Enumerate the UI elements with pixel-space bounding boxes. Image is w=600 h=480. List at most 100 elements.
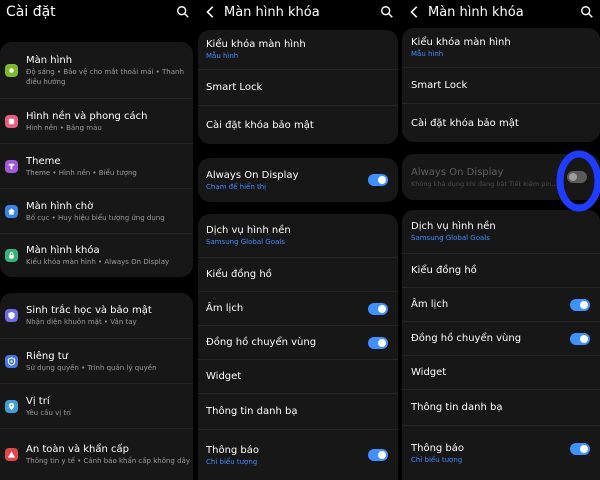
home-icon — [5, 204, 18, 218]
item-title: Màn hình khóa — [26, 245, 100, 256]
item-title: An toàn và khẩn cấp — [26, 444, 130, 455]
lock-group-3: Dịch vụ hình nền Samsung Global Goals Kiể… — [198, 214, 398, 480]
clock-style-item[interactable]: Kiểu đồng hồ — [402, 254, 600, 288]
secure-lock-settings-item[interactable]: Cài đặt khóa bảo mật — [198, 106, 398, 144]
roaming-clock-item[interactable]: Đồng hồ chuyển vùng — [198, 326, 398, 360]
always-on-display-item[interactable]: Always On Display Chạm để hiển thị — [198, 158, 398, 202]
display-icon — [5, 63, 18, 77]
item-subtitle: Nhận diện khuôn mặt • Vân tay — [26, 318, 137, 326]
settings-group-1: Màn hình Độ sáng • Bảo vệ cho mắt thoải m… — [0, 42, 193, 277]
emergency-icon — [5, 448, 18, 461]
settings-item-safety[interactable]: An toàn và khẩn cấp Thông tin y tế • Cảnh… — [0, 429, 193, 480]
contact-info-item[interactable]: Thông tin danh bạ — [198, 394, 398, 430]
settings-header: Cài đặt — [0, 0, 196, 24]
item-title: Dịch vụ hình nền — [411, 221, 496, 232]
screenshot-collage: Cài đặt Màn hình Độ sáng • Bảo vệ cho mắt… — [0, 0, 600, 480]
widgets-item[interactable]: Widget — [402, 356, 600, 390]
lunar-calendar-toggle[interactable] — [368, 303, 388, 315]
notifications-item[interactable]: Thông báo Chỉ biểu tượng — [198, 430, 398, 480]
lock-group-2: Always On Display Chạm để hiển thị — [198, 158, 398, 202]
item-subtitle: Không khả dụng khi đang bật Tiết kiệm pi… — [411, 179, 558, 188]
lock-icon — [5, 249, 18, 262]
settings-item-lock-screen[interactable]: Màn hình khóa Kiểu khóa màn hình • Always… — [0, 234, 193, 277]
notifications-toggle[interactable] — [570, 443, 590, 455]
item-title: Thông tin danh bạ — [411, 402, 503, 413]
always-on-display-toggle[interactable] — [368, 174, 388, 186]
item-title: Màn hình — [26, 54, 73, 66]
item-title: Màn hình chờ — [26, 200, 94, 212]
screen-lock-type-item[interactable]: Kiểu khóa màn hình Mẫu hình — [402, 28, 600, 68]
secure-lock-settings-item[interactable]: Cài đặt khóa bảo mật — [402, 104, 600, 142]
location-icon — [5, 399, 18, 413]
lock-screen-panel-right: Màn hình khóa Kiểu khóa màn hình Mẫu hình… — [402, 0, 600, 480]
theme-icon — [5, 159, 18, 173]
item-title: Cài đặt khóa bảo mật — [206, 119, 314, 131]
always-on-display-toggle[interactable] — [567, 171, 587, 183]
lunar-calendar-item[interactable]: Âm lịch — [402, 288, 600, 322]
item-title: Smart Lock — [411, 80, 468, 91]
widgets-item[interactable]: Widget — [198, 360, 398, 394]
lock-group-1: Kiểu khóa màn hình Mẫu hình Smart Lock Cà… — [402, 28, 600, 142]
lock-group-1: Kiểu khóa màn hình Mẫu hình Smart Lock Cà… — [198, 30, 398, 144]
lunar-calendar-toggle[interactable] — [570, 299, 590, 311]
roaming-clock-toggle[interactable] — [570, 333, 590, 345]
item-title: Âm lịch — [411, 299, 449, 310]
item-title: Sinh trắc học và bảo mật — [26, 305, 152, 316]
item-subtitle: Chỉ biểu tượng — [411, 455, 463, 464]
page-title: Màn hình khóa — [428, 4, 524, 20]
settings-item-home-screen[interactable]: Màn hình chờ Bố cục • Huy hiệu biểu tượng… — [0, 189, 193, 234]
settings-item-wallpaper[interactable]: Hình nền và phong cách Hình nền • Bảng mà… — [0, 99, 193, 144]
lunar-calendar-item[interactable]: Âm lịch — [198, 292, 398, 326]
item-subtitle: Chạm để hiển thị — [206, 182, 267, 191]
page-title: Màn hình khóa — [224, 4, 320, 20]
settings-panel: Cài đặt Màn hình Độ sáng • Bảo vệ cho mắt… — [0, 0, 196, 480]
settings-item-theme[interactable]: Theme Theme • Hình nền • Biểu tượng — [0, 144, 193, 189]
item-title: Cài đặt khóa bảo mật — [411, 117, 519, 129]
item-title: Smart Lock — [206, 82, 263, 93]
item-title: Đồng hồ chuyển vùng — [411, 333, 522, 344]
smart-lock-item[interactable]: Smart Lock — [402, 68, 600, 104]
item-title: Thông báo — [206, 444, 260, 456]
lock-group-3: Dịch vụ hình nền Samsung Global Goals Kiể… — [402, 210, 600, 480]
settings-item-display[interactable]: Màn hình Độ sáng • Bảo vệ cho mắt thoải m… — [0, 42, 193, 99]
item-title: Riêng tư — [26, 350, 69, 362]
settings-item-location[interactable]: Vị trí Yêu cầu vị trí — [0, 384, 193, 429]
notifications-toggle[interactable] — [368, 449, 388, 461]
lock-screen-header: Màn hình khóa — [402, 0, 600, 24]
wallpaper-services-item[interactable]: Dịch vụ hình nền Samsung Global Goals — [402, 210, 600, 254]
wallpaper-services-item[interactable]: Dịch vụ hình nền Samsung Global Goals — [198, 214, 398, 258]
item-subtitle: Yêu cầu vị trí — [26, 408, 71, 417]
back-arrow-icon[interactable] — [408, 5, 422, 19]
lock-screen-panel-left: Màn hình khóa Kiểu khóa màn hình Mẫu hình… — [198, 0, 400, 480]
item-title: Đồng hồ chuyển vùng — [206, 337, 317, 348]
screen-lock-type-item[interactable]: Kiểu khóa màn hình Mẫu hình — [198, 30, 398, 70]
wallpaper-icon — [5, 114, 18, 128]
always-on-display-item[interactable]: Always On Display Không khả dụng khi đang… — [402, 154, 600, 200]
back-arrow-icon[interactable] — [204, 5, 218, 19]
item-subtitle: Kiểu khóa màn hình • Always On Display — [26, 258, 170, 266]
item-title: Thông báo — [411, 442, 465, 454]
clock-style-item[interactable]: Kiểu đồng hồ — [198, 258, 398, 292]
settings-group-2: Sinh trắc học và bảo mật Nhận diện khuôn … — [0, 293, 193, 480]
search-icon[interactable] — [580, 5, 594, 19]
lock-group-2: Always On Display Không khả dụng khi đang… — [402, 154, 600, 200]
item-title: Kiểu đồng hồ — [206, 269, 272, 280]
search-icon[interactable] — [380, 5, 394, 19]
settings-item-privacy[interactable]: Riêng tư Sử dụng quyền • Trình quản lý qu… — [0, 339, 193, 384]
item-title: Hình nền và phong cách — [26, 110, 148, 122]
item-title: Theme — [26, 155, 61, 167]
settings-item-biometrics[interactable]: Sinh trắc học và bảo mật Nhận diện khuôn … — [0, 293, 193, 339]
smart-lock-item[interactable]: Smart Lock — [198, 70, 398, 106]
roaming-clock-toggle[interactable] — [368, 337, 388, 349]
contact-info-item[interactable]: Thông tin danh bạ — [402, 390, 600, 426]
notifications-item[interactable]: Thông báo Chỉ biểu tượng — [402, 426, 600, 480]
roaming-clock-item[interactable]: Đồng hồ chuyển vùng — [402, 322, 600, 356]
item-title: Always On Display — [411, 166, 504, 178]
item-subtitle: Samsung Global Goals — [206, 238, 285, 246]
item-title: Kiểu khóa màn hình — [206, 39, 306, 50]
item-title: Âm lịch — [206, 303, 244, 314]
search-icon[interactable] — [176, 5, 190, 19]
item-subtitle: Chỉ biểu tượng — [206, 457, 258, 466]
item-title: Widget — [206, 371, 242, 382]
item-subtitle: Samsung Global Goals — [411, 234, 490, 242]
